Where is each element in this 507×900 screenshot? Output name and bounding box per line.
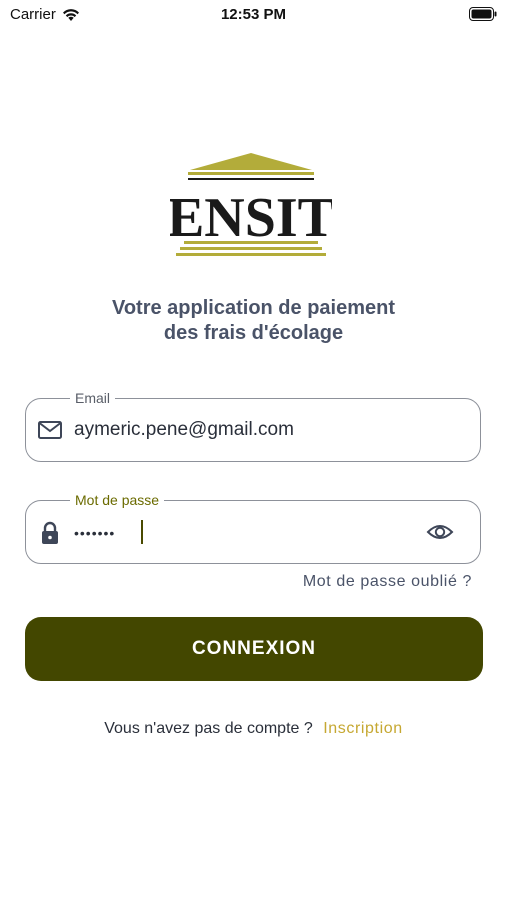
tagline-line-2: des frais d'écolage xyxy=(163,322,344,344)
status-bar: Carrier 12:53 PM xyxy=(0,0,507,28)
email-value[interactable]: aymeric.pene@gmail.com xyxy=(74,419,294,441)
tagline: Votre application de paiement des frais … xyxy=(0,296,507,346)
forgot-password-link[interactable]: Mot de passe oublié ? xyxy=(303,573,472,591)
signup-link[interactable]: Inscription xyxy=(323,720,403,737)
tagline-line-1: Votre application de paiement xyxy=(111,297,396,319)
ensit-logo: ENSIT xyxy=(170,153,332,256)
mail-icon xyxy=(38,421,62,439)
battery-icon xyxy=(469,7,497,21)
text-caret xyxy=(141,520,143,544)
email-field[interactable]: Email aymeric.pene@gmail.com xyxy=(25,389,481,462)
signup-prompt: Vous n'avez pas de compte ? xyxy=(104,720,313,737)
login-button[interactable]: CONNEXION xyxy=(25,617,483,681)
lock-icon xyxy=(42,521,58,544)
eye-icon[interactable] xyxy=(426,522,454,542)
signup-row: Vous n'avez pas de compte ? Inscription xyxy=(0,720,507,738)
password-value[interactable]: ••••••• xyxy=(74,525,115,541)
logo-text: ENSIT xyxy=(170,187,332,249)
clock: 12:53 PM xyxy=(220,6,287,23)
password-field[interactable]: Mot de passe ••••••• xyxy=(25,491,481,564)
password-label: Mot de passe xyxy=(70,491,165,509)
email-label: Email xyxy=(70,389,116,407)
